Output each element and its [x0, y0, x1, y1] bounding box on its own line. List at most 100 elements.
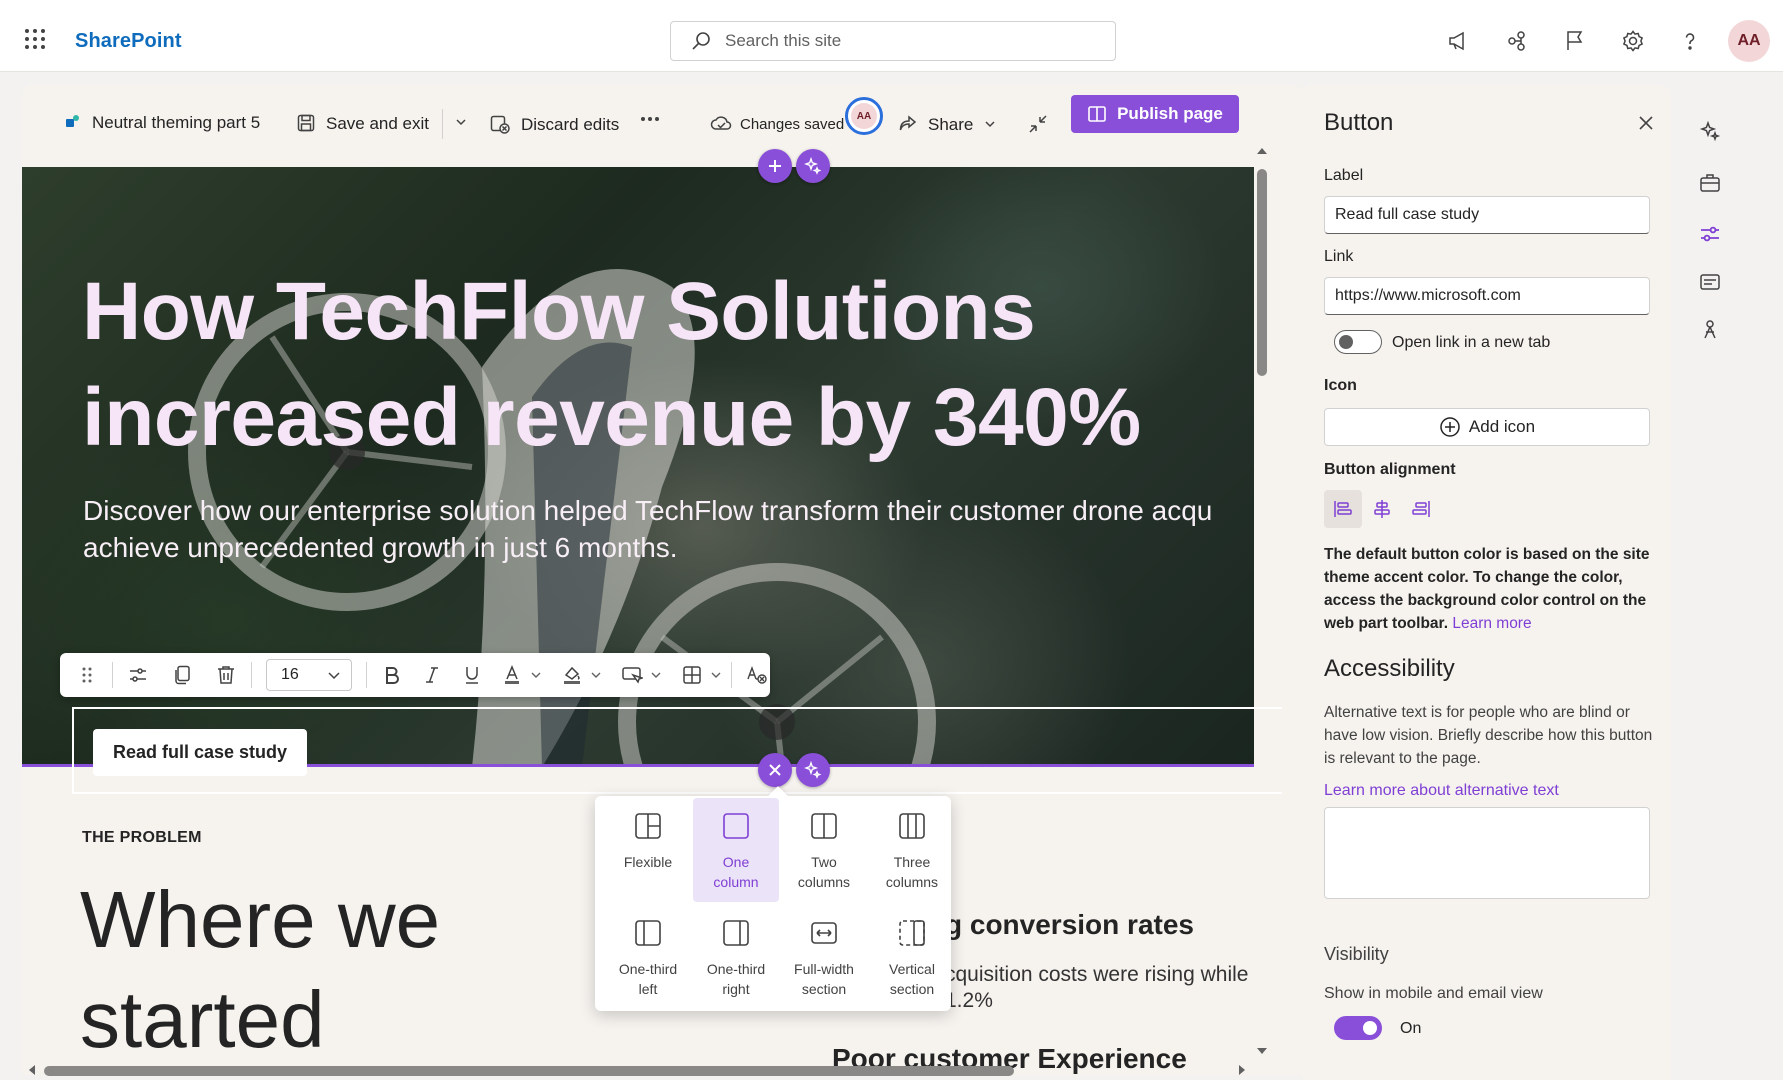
- more-options-icon[interactable]: [640, 116, 660, 122]
- help-icon[interactable]: [1677, 28, 1703, 54]
- close-icon[interactable]: [1634, 111, 1658, 135]
- page-details-icon[interactable]: [1694, 266, 1726, 298]
- settings-gear-icon[interactable]: [1620, 28, 1646, 54]
- search-icon: [691, 31, 711, 51]
- label-input[interactable]: [1324, 196, 1650, 234]
- app-brand[interactable]: SharePoint: [75, 30, 182, 53]
- scroll-down-icon[interactable]: [1254, 1045, 1270, 1057]
- horizontal-scrollbar[interactable]: [22, 1062, 1254, 1078]
- discard-edits-button[interactable]: Discard edits: [489, 106, 619, 142]
- font-color-chevron-icon[interactable]: [529, 658, 543, 692]
- copilot-sparkle-icon[interactable]: [796, 753, 830, 787]
- accessibility-description: Alternative text is for people who are b…: [1324, 704, 1653, 767]
- vertical-scrollbar[interactable]: [1254, 145, 1270, 1065]
- add-icon-button[interactable]: Add icon: [1324, 408, 1650, 446]
- table-chevron-icon[interactable]: [709, 658, 723, 692]
- add-circle-icon: [1439, 416, 1461, 438]
- pane-title: Button: [1324, 109, 1394, 136]
- chevron-down-icon: [327, 668, 341, 682]
- highlight-color-icon[interactable]: [555, 658, 589, 692]
- layout-one-column[interactable]: One column: [693, 798, 779, 902]
- add-section-button[interactable]: [758, 149, 792, 183]
- layout-full-width[interactable]: Full-width section: [781, 905, 867, 1009]
- properties-sliders-icon[interactable]: [1694, 218, 1726, 250]
- section-heading: Where we started: [80, 875, 441, 1064]
- collapse-icon[interactable]: [1027, 113, 1049, 135]
- align-left-icon[interactable]: [1324, 490, 1362, 528]
- site-activity-icon[interactable]: [1504, 28, 1530, 54]
- hero-title[interactable]: How TechFlow Solutions increased revenue…: [82, 259, 1254, 471]
- label-field-label: Label: [1324, 167, 1364, 184]
- save-and-exit-button[interactable]: Save and exit: [296, 105, 429, 141]
- bold-icon[interactable]: [375, 658, 409, 692]
- share-icon: [898, 114, 918, 134]
- layout-three-columns[interactable]: Three columns: [869, 798, 955, 902]
- button-color-note: The default button color is based on the…: [1324, 546, 1650, 632]
- toolbar-divider: [731, 662, 732, 688]
- hero-description[interactable]: Discover how our enterprise solution hel…: [83, 492, 1254, 566]
- design-ideas-icon[interactable]: [1694, 313, 1726, 345]
- align-center-icon[interactable]: [1363, 490, 1401, 528]
- insert-link-icon[interactable]: [615, 658, 649, 692]
- layout-one-third-left[interactable]: One-third left: [605, 905, 691, 1009]
- section-label: THE PROBLEM: [82, 829, 202, 846]
- alt-text-learn-more-link[interactable]: Learn more about alternative text: [1324, 782, 1559, 800]
- share-chevron-icon: [983, 117, 997, 131]
- alignment-label: Button alignment: [1324, 461, 1456, 478]
- layout-two-columns[interactable]: Two columns: [781, 798, 867, 902]
- search-input[interactable]: [725, 31, 1085, 51]
- font-color-icon[interactable]: [495, 658, 529, 692]
- layout-vertical-section[interactable]: Vertical section: [869, 905, 955, 1009]
- coauthor-avatar[interactable]: AA: [845, 97, 883, 135]
- align-right-icon[interactable]: [1402, 490, 1440, 528]
- scroll-left-icon[interactable]: [26, 1062, 38, 1078]
- link-field-label: Link: [1324, 248, 1354, 265]
- underline-icon[interactable]: [455, 658, 489, 692]
- alt-text-input[interactable]: [1324, 807, 1650, 899]
- layout-flexible[interactable]: Flexible: [605, 798, 691, 902]
- new-tab-label: Open link in a new tab: [1392, 334, 1551, 351]
- app-launcher-icon[interactable]: [24, 28, 46, 50]
- toolbar-divider: [251, 662, 252, 688]
- search-box[interactable]: [670, 21, 1116, 61]
- edit-properties-icon[interactable]: [121, 658, 155, 692]
- italic-icon[interactable]: [415, 658, 449, 692]
- save-options-chevron-icon[interactable]: [454, 115, 468, 129]
- command-divider: [442, 109, 443, 139]
- read-case-study-button[interactable]: Read full case study: [93, 729, 307, 776]
- toolbox-icon[interactable]: [1694, 167, 1726, 199]
- copilot-sparkle-icon[interactable]: [1694, 115, 1726, 147]
- delete-icon[interactable]: [209, 658, 243, 692]
- close-section-menu-button[interactable]: [758, 753, 792, 787]
- font-size-dropdown[interactable]: 16: [266, 659, 352, 691]
- flag-icon[interactable]: [1562, 28, 1588, 54]
- publish-page-button[interactable]: Publish page: [1071, 95, 1239, 133]
- mobile-view-toggle[interactable]: [1334, 1016, 1382, 1040]
- highlight-chevron-icon[interactable]: [589, 658, 603, 692]
- table-icon[interactable]: [675, 658, 709, 692]
- book-icon: [1087, 104, 1107, 124]
- suite-bar: SharePoint AA: [0, 0, 1783, 72]
- user-avatar[interactable]: AA: [1728, 20, 1770, 62]
- page-name: Neutral theming part 5: [64, 113, 260, 131]
- scroll-right-icon[interactable]: [1236, 1062, 1248, 1078]
- cloud-check-icon: [710, 114, 732, 134]
- link-chevron-icon[interactable]: [649, 658, 663, 692]
- share-button[interactable]: Share: [898, 106, 997, 142]
- command-bar: Neutral theming part 5 Save and exit Dis…: [22, 85, 1304, 163]
- horizontal-scroll-thumb[interactable]: [44, 1066, 1014, 1076]
- clear-formatting-icon[interactable]: [740, 658, 774, 692]
- learn-more-link[interactable]: Learn more: [1452, 615, 1531, 632]
- accessibility-heading: Accessibility: [1324, 655, 1455, 682]
- page-icon: [64, 113, 82, 131]
- scroll-up-icon[interactable]: [1254, 145, 1270, 157]
- drag-handle-icon[interactable]: [70, 658, 104, 692]
- megaphone-icon[interactable]: [1446, 28, 1472, 54]
- new-tab-toggle[interactable]: [1334, 330, 1382, 354]
- link-input[interactable]: [1324, 277, 1650, 315]
- vertical-scroll-thumb[interactable]: [1257, 169, 1267, 376]
- layout-one-third-right[interactable]: One-third right: [693, 905, 779, 1009]
- section-layout-menu: Flexible One column Two columns Three co…: [595, 796, 951, 1011]
- copilot-sparkle-icon[interactable]: [796, 149, 830, 183]
- duplicate-icon[interactable]: [165, 658, 199, 692]
